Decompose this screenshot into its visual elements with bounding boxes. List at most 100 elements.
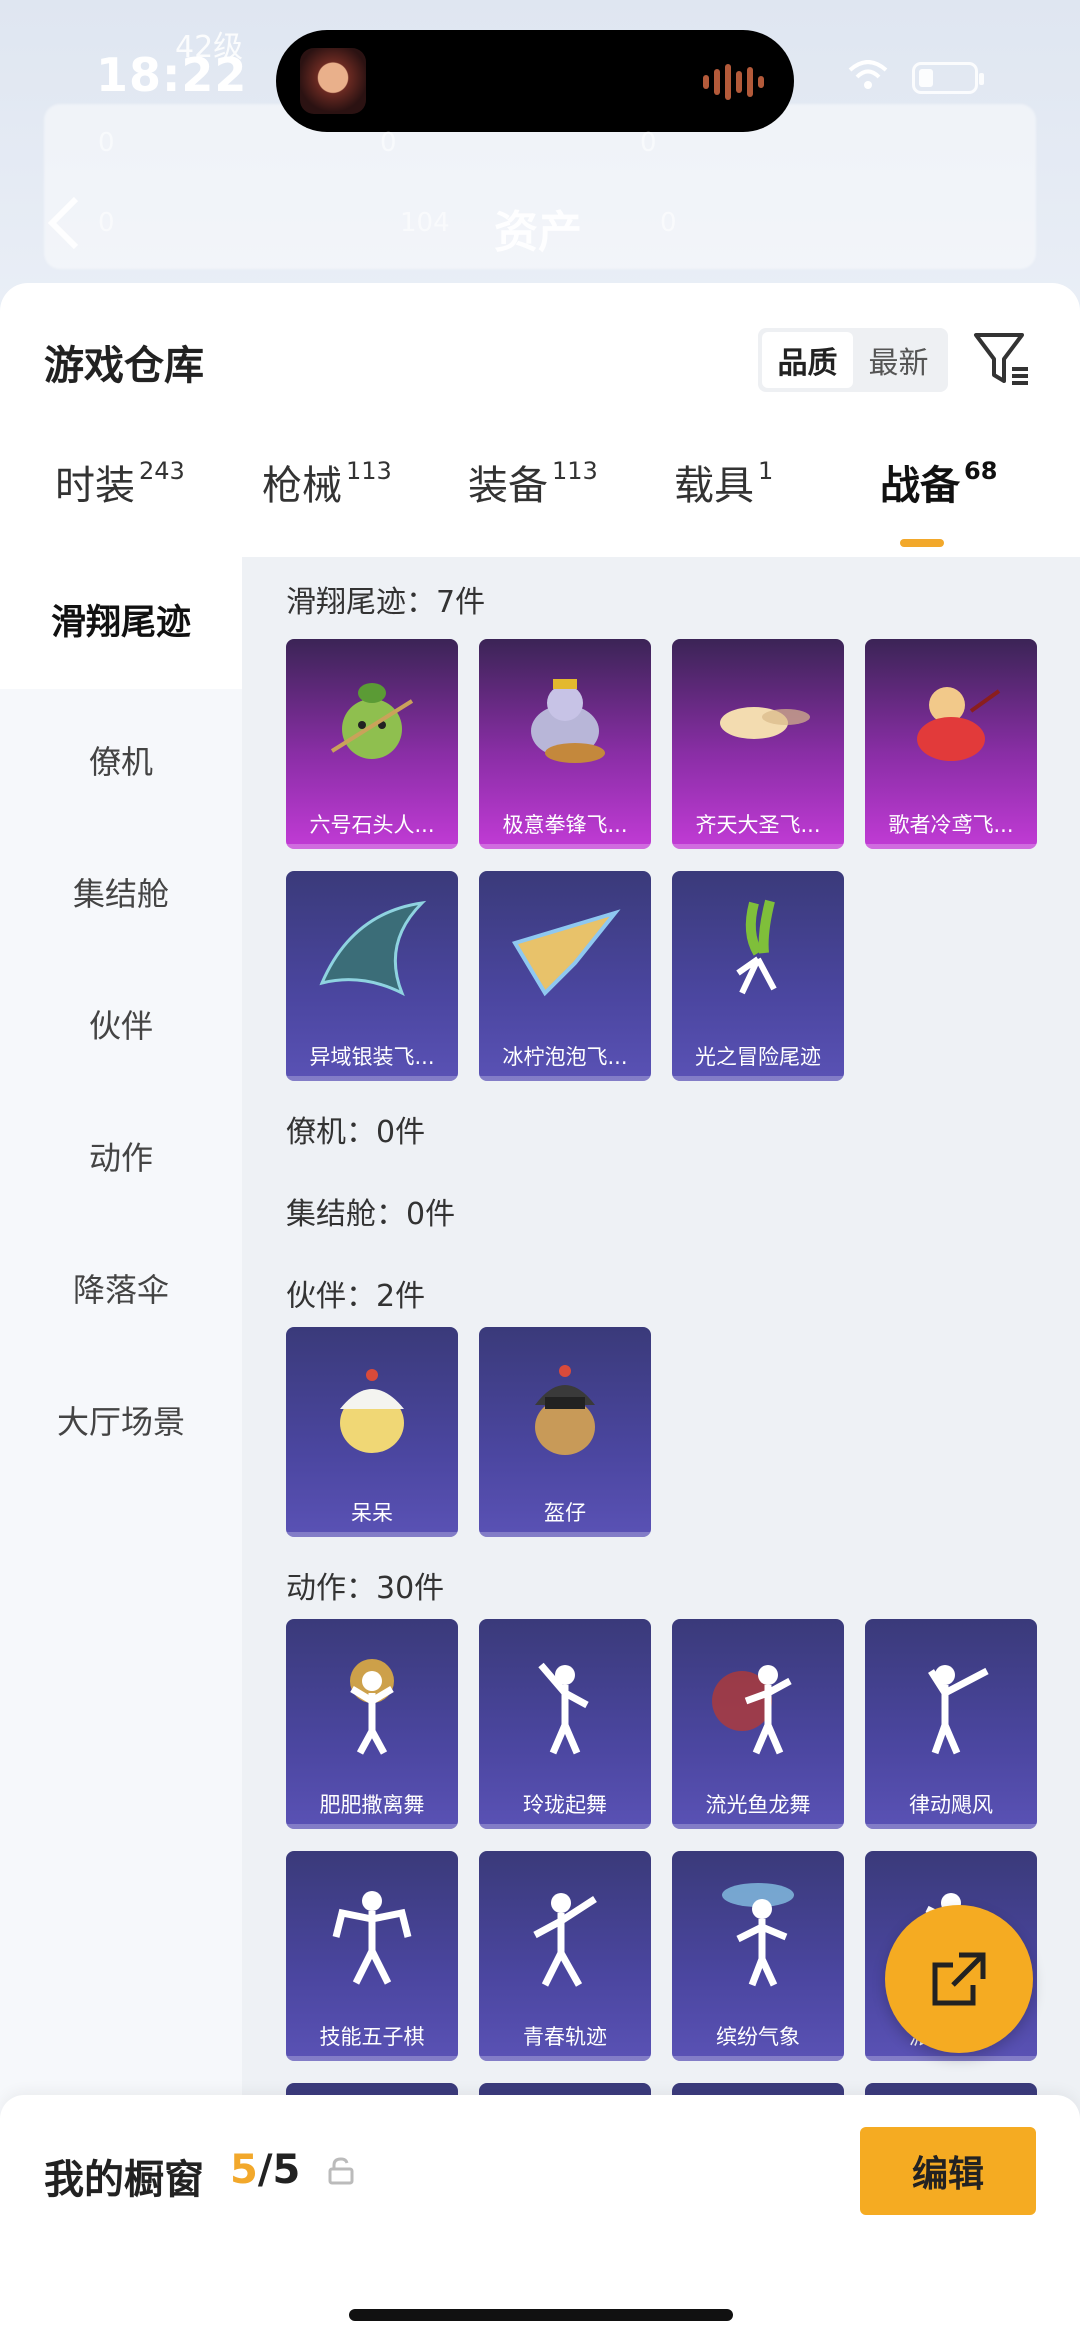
dynamic-island: [276, 30, 794, 132]
header-stat: 0: [98, 208, 115, 238]
back-icon[interactable]: [44, 195, 84, 251]
item-card[interactable]: 律动飓风: [865, 1619, 1037, 1829]
share-icon: [932, 1952, 986, 2006]
item-label: 盔仔: [544, 1501, 586, 1525]
item-label: 呆呆: [351, 1501, 393, 1525]
item-card[interactable]: 盔仔: [479, 1327, 651, 1537]
item-art-icon: [722, 1883, 794, 1987]
item-label: 玲珑起舞: [523, 1793, 607, 1817]
item-card[interactable]: 极意拳锋飞...: [479, 639, 651, 849]
item-label: 极意拳锋飞...: [502, 813, 628, 837]
item-label: 青春轨迹: [523, 2025, 607, 2049]
section-title-emote: 动作：30件: [286, 1571, 445, 1606]
showcase-count: 5/5: [230, 2147, 300, 2193]
item-card[interactable]: 肥肥撒离舞: [286, 1619, 458, 1829]
audio-wave-icon: [703, 64, 764, 100]
section-title-wingman: 僚机：0件: [286, 1115, 426, 1150]
tab-label: 装备: [468, 463, 548, 509]
item-art-icon: [928, 1665, 989, 1755]
item-art-icon: [533, 1893, 597, 1987]
home-indicator: [349, 2309, 733, 2321]
section-title-partner: 伙伴：2件: [286, 1279, 426, 1314]
item-card[interactable]: 六号石头人...: [286, 639, 458, 849]
item-card[interactable]: 歌者冷鸢飞...: [865, 639, 1037, 849]
item-label: 律动飓风: [909, 1793, 993, 1817]
showcase-label: 我的橱窗: [44, 2157, 204, 2203]
page-title: 资产: [494, 207, 582, 258]
edit-button[interactable]: 编辑: [860, 2127, 1036, 2215]
tab-supplies[interactable]: 战备 68: [880, 453, 997, 511]
item-card[interactable]: 异域银装飞...: [286, 871, 458, 1081]
tab-label: 枪械: [262, 463, 342, 509]
item-grid: 滑翔尾迹：7件 六号石头人... 极意拳锋飞... 齐天大圣飞... 歌者冷鸢飞…: [242, 557, 1080, 2341]
tab-label: 载具: [674, 463, 754, 509]
item-art-icon: [350, 1659, 394, 1755]
sidebar-item-lobby-scene[interactable]: 大厅场景: [0, 1397, 242, 1443]
sort-toggle: 品质 最新: [758, 328, 948, 392]
item-card[interactable]: 缤纷气象: [672, 1851, 844, 2061]
item-art-icon: [538, 1662, 589, 1755]
item-card[interactable]: 光之冒险尾迹: [672, 871, 844, 1081]
wifi-icon: [848, 60, 888, 89]
sort-quality-button[interactable]: 品质: [762, 332, 853, 388]
player-level: 42级: [175, 30, 244, 65]
warehouse-title: 游戏仓库: [44, 343, 204, 389]
tab-firearms[interactable]: 枪械 113: [262, 453, 392, 511]
header-stat: 104: [400, 208, 450, 238]
item-card[interactable]: 齐天大圣飞...: [672, 639, 844, 849]
item-art-icon: [511, 909, 621, 997]
item-art-icon: [720, 707, 810, 739]
item-art-icon: [531, 679, 605, 763]
tab-count: 113: [346, 456, 392, 485]
now-playing-avatar: [300, 48, 366, 114]
tab-count: 1: [758, 456, 774, 485]
sort-latest-button[interactable]: 最新: [853, 332, 944, 388]
item-label: 异域银装飞...: [309, 1045, 435, 1069]
header-stat: 0: [660, 208, 677, 238]
showcase-bar: 我的橱窗 5/5 编辑: [0, 2095, 1080, 2341]
header-stat: 0: [380, 128, 397, 158]
item-art-icon: [330, 683, 414, 759]
tab-label: 战备: [880, 463, 960, 509]
tab-count: 113: [552, 456, 598, 485]
active-tab-indicator: [900, 539, 944, 547]
item-label: 冰柠泡泡飞...: [502, 1045, 628, 1069]
item-label: 流光鱼龙舞: [705, 1793, 811, 1817]
item-art-icon: [917, 687, 1001, 761]
item-art-icon: [736, 899, 777, 995]
item-label: 歌者冷鸢飞...: [888, 813, 1014, 837]
sidebar-item-parachute[interactable]: 降落伞: [0, 1265, 242, 1311]
header-stat: 0: [98, 128, 115, 158]
showcase-total: /5: [257, 2147, 301, 2193]
item-label: 肥肥撒离舞: [319, 1793, 425, 1817]
header-stat: 0: [640, 128, 657, 158]
showcase-current: 5: [230, 2147, 258, 2193]
filter-icon[interactable]: [972, 329, 1032, 389]
item-card[interactable]: 技能五子棋: [286, 1851, 458, 2061]
sidebar-item-capsule[interactable]: 集结舱: [0, 869, 242, 915]
item-art-icon: [340, 1369, 404, 1453]
item-art-icon: [319, 900, 427, 997]
sidebar-item-wingman[interactable]: 僚机: [0, 737, 242, 783]
item-label: 缤纷气象: [716, 2025, 800, 2049]
tab-count: 243: [139, 456, 185, 485]
item-label: 光之冒险尾迹: [695, 1045, 821, 1069]
sidebar-item-trails[interactable]: 滑翔尾迹: [0, 557, 242, 689]
item-card[interactable]: 青春轨迹: [479, 1851, 651, 2061]
item-art-icon: [332, 1891, 412, 1985]
sidebar: 滑翔尾迹 僚机 集结舱 伙伴 动作 降落伞 大厅场景: [0, 557, 242, 2341]
lock-icon: [328, 2157, 354, 2185]
item-art-icon: [535, 1365, 595, 1455]
sidebar-item-partner[interactable]: 伙伴: [0, 1001, 242, 1047]
item-card[interactable]: 呆呆: [286, 1327, 458, 1537]
tab-equipment[interactable]: 装备 113: [468, 453, 598, 511]
item-card[interactable]: 玲珑起舞: [479, 1619, 651, 1829]
battery-icon: [912, 62, 984, 94]
share-button[interactable]: [885, 1905, 1033, 2053]
tab-vehicles[interactable]: 载具 1: [674, 453, 773, 511]
item-card[interactable]: 流光鱼龙舞: [672, 1619, 844, 1829]
sidebar-item-emote[interactable]: 动作: [0, 1133, 242, 1179]
tab-costume[interactable]: 时装 243: [55, 453, 185, 511]
tab-label: 时装: [55, 463, 135, 509]
item-card[interactable]: 冰柠泡泡飞...: [479, 871, 651, 1081]
